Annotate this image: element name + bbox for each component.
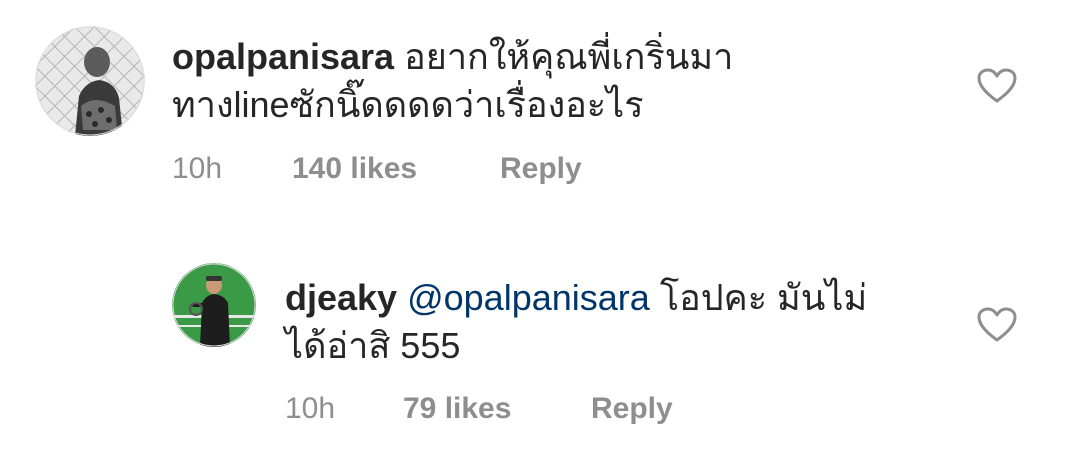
comment-text: djeaky @opalpanisara โอปคะ มันไม่ ได้อ่า…: [285, 274, 965, 370]
comment-username[interactable]: djeaky: [285, 277, 397, 318]
comment-likes[interactable]: 140 likes: [292, 152, 417, 186]
comment-username[interactable]: opalpanisara: [172, 36, 394, 77]
avatar-photo-icon: [35, 26, 145, 136]
avatar-opalpanisara[interactable]: [35, 26, 145, 136]
heart-outline-icon[interactable]: [977, 68, 1017, 104]
comment-time: 10h: [285, 392, 336, 425]
comment-text-line-1: djeaky @opalpanisara โอปคะ มันไม่: [285, 274, 965, 322]
comment-body-line-1: โอปคะ มันไม่: [659, 277, 868, 318]
comment-body-line-1: อยากให้คุณพี่เกริ่นมา: [404, 36, 734, 77]
heart-outline-icon[interactable]: [977, 307, 1017, 343]
comment-body-line-2: ได้อ่าสิ 555: [285, 325, 461, 366]
comment-mention[interactable]: @opalpanisara: [407, 277, 650, 318]
comment-text-line-1: opalpanisara อยากให้คุณพี่เกริ่นมา: [172, 33, 932, 81]
comment-meta: 10h 140 likes Reply: [172, 152, 772, 188]
comment-time: 10h: [172, 152, 223, 185]
comment-text: opalpanisara อยากให้คุณพี่เกริ่นมา ทางli…: [172, 33, 932, 129]
comment-1: opalpanisara อยากให้คุณพี่เกริ่นมา ทางli…: [0, 0, 1080, 220]
reply-button[interactable]: Reply: [591, 392, 673, 426]
comment-2: djeaky @opalpanisara โอปคะ มันไม่ ได้อ่า…: [0, 240, 1080, 455]
comment-likes[interactable]: 79 likes: [403, 392, 511, 426]
comment-meta: 10h 79 likes Reply: [285, 392, 785, 428]
reply-button[interactable]: Reply: [500, 152, 582, 186]
avatar-photo-icon: [172, 263, 256, 347]
comment-body-line-2: ทางlineซักนิ๊ดดดดว่าเรื่องอะไร: [172, 84, 644, 125]
avatar-djeaky[interactable]: [172, 263, 256, 347]
